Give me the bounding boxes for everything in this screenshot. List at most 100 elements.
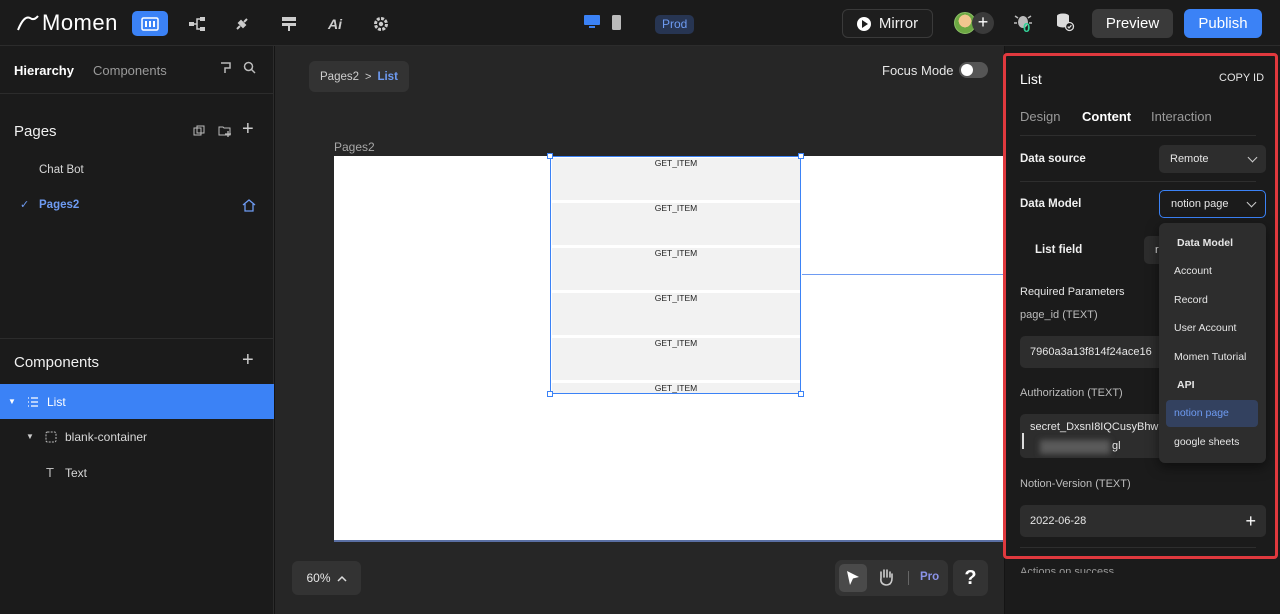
data-model-select[interactable]: notion page — [1159, 190, 1266, 218]
left-sidebar-tabs: Hierarchy Components — [0, 46, 274, 94]
check-icon: ✓ — [20, 199, 30, 211]
chevron-down-icon — [1247, 152, 1258, 163]
pages-tab-icon[interactable] — [132, 11, 168, 36]
add-component-icon[interactable]: + — [242, 349, 254, 372]
list-item-text: GET_ITEM — [654, 383, 698, 393]
top-bar: Momen Ai Prod Mirror + 0 Preview Publish — [0, 0, 1280, 46]
chevron-down-icon — [1246, 197, 1257, 208]
list-item[interactable]: GET_ITEM — [552, 248, 800, 290]
param-notion-version-input[interactable]: 2022-06-28 + — [1020, 505, 1266, 537]
tree-item-text[interactable]: T Text — [0, 455, 274, 490]
text-cursor — [1022, 433, 1024, 449]
ai-icon[interactable]: Ai — [317, 11, 353, 36]
desktop-device-icon[interactable] — [583, 14, 601, 30]
tab-content[interactable]: Content — [1082, 109, 1131, 124]
list-item[interactable]: GET_ITEM — [552, 383, 800, 393]
required-parameters-label: Required Parameters — [1020, 286, 1125, 298]
dropdown-option[interactable]: User Account — [1174, 322, 1236, 334]
properties-panel: List COPY ID Design Content Interaction … — [1005, 46, 1280, 614]
tree-item-list[interactable]: ▼ List — [0, 384, 274, 419]
list-item-text: GET_ITEM — [654, 338, 698, 348]
copy-id-button[interactable]: COPY ID — [1219, 72, 1264, 84]
plugin-icon[interactable] — [224, 11, 260, 36]
selected-list-component[interactable]: GET_ITEM GET_ITEM GET_ITEM GET_ITEM GET_… — [550, 156, 801, 394]
tree-item-label: blank-container — [65, 429, 148, 444]
add-folder-icon[interactable] — [218, 124, 232, 138]
mobile-device-icon[interactable] — [611, 14, 622, 31]
caret-down-icon[interactable]: ▼ — [8, 397, 16, 406]
database-check-icon[interactable] — [1055, 12, 1075, 32]
caret-down-icon[interactable]: ▼ — [26, 432, 34, 441]
dropdown-option[interactable]: Record — [1174, 294, 1208, 306]
tree-item-blank-container[interactable]: ▼ blank-container — [0, 419, 274, 454]
focus-mode-label: Focus Mode — [882, 63, 954, 78]
resize-handle[interactable] — [547, 153, 553, 159]
add-page-icon[interactable]: + — [242, 118, 254, 141]
breadcrumb-item-current[interactable]: List — [377, 71, 397, 83]
dropdown-option[interactable]: Momen Tutorial — [1174, 351, 1246, 363]
branch-icon[interactable] — [219, 61, 232, 75]
list-item[interactable]: GET_ITEM — [552, 158, 800, 200]
data-source-select[interactable]: Remote — [1159, 145, 1266, 173]
tree-item-label: Text — [65, 465, 88, 480]
select-tool-button[interactable] — [839, 564, 867, 592]
data-table-icon[interactable] — [271, 11, 307, 36]
list-item[interactable]: GET_ITEM — [552, 203, 800, 245]
momen-logo-icon — [17, 15, 39, 31]
data-model-label: Data Model — [1020, 198, 1082, 210]
zoom-control[interactable]: 60% — [292, 561, 361, 595]
page-item-pages2[interactable]: Pages2 — [39, 199, 79, 211]
dropdown-header: Data Model — [1177, 237, 1234, 249]
dropdown-option-selected[interactable]: notion page — [1166, 400, 1258, 427]
panel-divider — [1020, 547, 1256, 548]
app-root: Momen Ai Prod Mirror + 0 Preview Publish… — [0, 0, 1280, 614]
dropdown-option[interactable]: Account — [1174, 265, 1212, 277]
pages-section-title: Pages — [14, 123, 57, 140]
mirror-label: Mirror — [878, 15, 919, 32]
help-button[interactable]: ? — [953, 560, 988, 596]
focus-mode-toggle[interactable] — [959, 62, 988, 78]
panel-divider — [1020, 135, 1256, 136]
tab-components[interactable]: Components — [93, 63, 167, 78]
list-item[interactable]: GET_ITEM — [552, 293, 800, 335]
toolbar-divider — [908, 571, 909, 585]
list-item-text: GET_ITEM — [654, 293, 698, 303]
hand-tool-icon[interactable] — [877, 568, 895, 587]
dropdown-group-api: API — [1177, 379, 1195, 391]
tab-hierarchy[interactable]: Hierarchy — [14, 63, 74, 78]
add-collaborator-icon[interactable]: + — [972, 12, 994, 34]
resize-handle[interactable] — [798, 391, 804, 397]
copy-page-icon[interactable] — [193, 125, 205, 137]
dropdown-option[interactable]: google sheets — [1174, 436, 1239, 448]
env-badge[interactable]: Prod — [655, 15, 695, 34]
page-item-chat-bot[interactable]: Chat Bot — [39, 164, 84, 176]
resize-handle[interactable] — [798, 153, 804, 159]
param-authorization-value: secret_DxsnI8IQCusyBhw — [1030, 421, 1159, 433]
panel-title: List — [1020, 71, 1042, 87]
breadcrumb-item-page[interactable]: Pages2 — [320, 71, 359, 83]
data-model-dropdown: Data Model Account Record User Account M… — [1159, 223, 1266, 463]
logic-flow-icon[interactable] — [179, 11, 215, 36]
momen-logo[interactable]: Momen — [16, 10, 118, 36]
list-field-label: List field — [1035, 244, 1083, 256]
resize-handle[interactable] — [547, 391, 553, 397]
pro-badge[interactable]: Pro — [920, 571, 939, 583]
cursor-arrow-icon — [847, 571, 859, 585]
tab-interaction[interactable]: Interaction — [1151, 109, 1212, 124]
search-icon[interactable] — [243, 61, 256, 74]
redacted-text — [1040, 440, 1110, 454]
add-icon[interactable]: + — [1245, 512, 1256, 530]
home-icon[interactable] — [242, 199, 256, 212]
page-frame[interactable]: GET_ITEM GET_ITEM GET_ITEM GET_ITEM GET_… — [334, 153, 1004, 540]
preview-button[interactable]: Preview — [1092, 9, 1173, 38]
container-icon — [45, 431, 57, 442]
list-item-text: GET_ITEM — [654, 158, 698, 168]
mirror-button[interactable]: Mirror — [842, 9, 933, 38]
param-page-id-value: 7960a3a13f814f24ace16 — [1030, 346, 1152, 358]
play-icon — [856, 16, 871, 31]
canvas-toolbar: Pro — [835, 560, 948, 596]
tab-design[interactable]: Design — [1020, 109, 1060, 124]
settings-gear-icon[interactable] — [363, 11, 399, 36]
publish-button[interactable]: Publish — [1184, 9, 1262, 38]
list-item[interactable]: GET_ITEM — [552, 338, 800, 380]
